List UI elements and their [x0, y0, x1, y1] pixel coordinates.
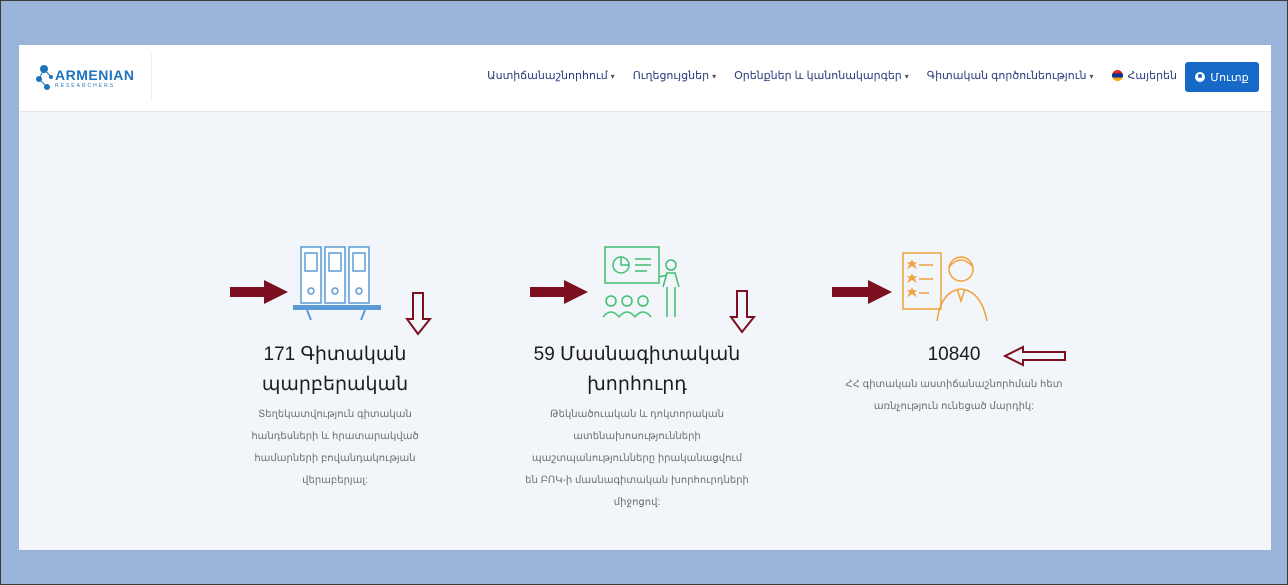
language-selector[interactable]: Հայերեն▾: [1111, 69, 1189, 82]
nav-label: Ուղեցույցներ: [632, 70, 710, 82]
navbar: ARMENIAN RESEARCHERS Աստիճանաշնորհում ▾ Ո…: [19, 45, 1271, 112]
logo-wordmark: ARMENIAN: [55, 67, 135, 83]
annotation-arrow-right: [832, 280, 892, 304]
chevron-down-icon: ▾: [1089, 72, 1094, 81]
bookshelf-icon: [293, 246, 381, 321]
login-button[interactable]: Մուտք: [1185, 62, 1259, 92]
chevron-down-icon: ▾: [610, 72, 615, 81]
stat-description: ՀՀ գիտական աստիճանաշնորհման հետ առնչությ…: [845, 379, 1063, 412]
stat-description: Տեղեկատվություն գիտական հանդեսների և հրա…: [251, 409, 419, 486]
logo[interactable]: ARMENIAN RESEARCHERS: [31, 53, 152, 101]
language-label: Հայերեն: [1127, 70, 1177, 82]
stat-number: 59 Մասնագիտական խորհուրդ: [533, 344, 741, 395]
annotation-arrow-down: [729, 290, 757, 334]
nav-scientific-activity[interactable]: Գիտական գործունեություն ▾: [927, 69, 1094, 82]
logo-mark-icon: [36, 65, 53, 90]
stat-councils: 59 Մասնագիտական խորհուրդ Թեկնածուական և …: [525, 340, 749, 514]
stat-journals: 171 Գիտական պարբերական Տեղեկատվություն գ…: [235, 340, 435, 492]
stat-number: 10840: [927, 344, 981, 365]
annotation-arrow-right: [230, 280, 288, 304]
annotation-arrow-right: [530, 280, 588, 304]
logo-tagline: RESEARCHERS: [55, 83, 116, 89]
chevron-down-icon: ▾: [904, 72, 909, 81]
nav-guides[interactable]: Ուղեցույցներ ▾: [633, 69, 716, 82]
nav-label: Գիտական գործունեություն: [926, 70, 1087, 82]
stat-number: 171 Գիտական պարբերական: [261, 344, 409, 395]
main-nav: Աստիճանաշնորհում ▾ Ուղեցույցներ ▾ Օրենքներ…: [487, 69, 1189, 82]
page: ARMENIAN RESEARCHERS Աստիճանաշնորհում ▾ Ո…: [19, 45, 1271, 550]
armenian-flag-icon: [1111, 70, 1123, 81]
user-icon: [1195, 72, 1206, 82]
login-label: Մուտք: [1210, 71, 1249, 84]
nav-laws[interactable]: Օրենքներ և կանոնակարգեր ▾: [734, 69, 909, 82]
stat-description: Թեկնածուական և դոկտորական ատենախոսությու…: [525, 409, 749, 508]
presentation-icon: [602, 246, 680, 318]
annotation-arrow-down: [405, 292, 433, 336]
nav-label: Աստիճանաշնորհում: [487, 70, 608, 82]
chevron-down-icon: ▾: [712, 72, 717, 81]
stat-people: 10840 ՀՀ գիտական աստիճանաշնորհման հետ առ…: [835, 340, 1073, 418]
researcher-icon: [902, 252, 988, 322]
nav-label: Օրենքներ և կանոնակարգեր: [734, 70, 902, 82]
nav-degree-awarding[interactable]: Աստիճանաշնորհում ▾: [487, 69, 615, 82]
